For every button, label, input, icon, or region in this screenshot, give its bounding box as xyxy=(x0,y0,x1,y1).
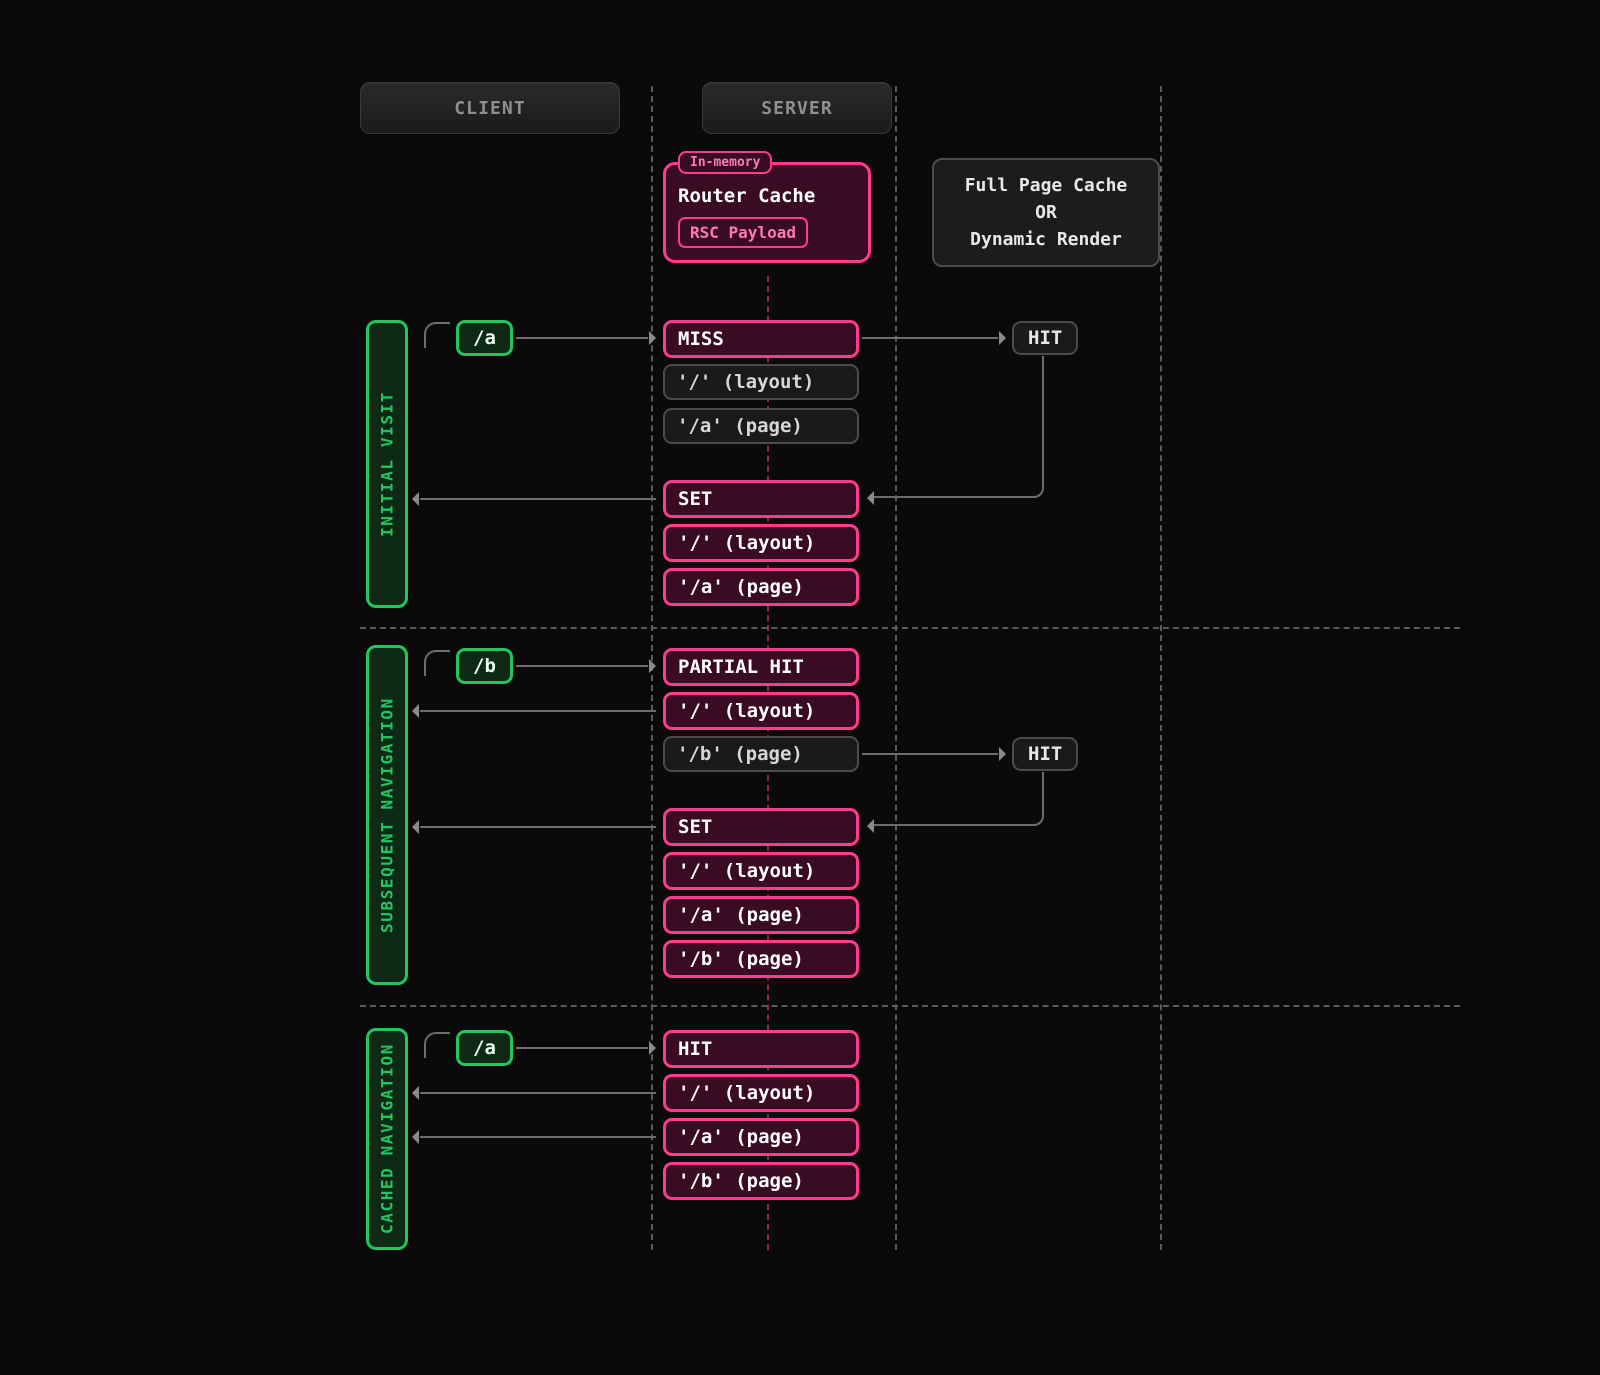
segment-page-pink: '/b' (page) xyxy=(663,1162,859,1200)
connector-elbow xyxy=(872,356,1044,498)
section-label-initial: INITIAL VISIT xyxy=(366,320,408,608)
segment-page-pink: '/a' (page) xyxy=(663,568,859,606)
server-cache-line: Dynamic Render xyxy=(944,226,1148,253)
arrow-left xyxy=(420,498,656,500)
diagram-stage: CLIENT SERVER In-memory Router Cache RSC… xyxy=(0,0,1600,1375)
section-label-subsequent: SUBSEQUENT NAVIGATION xyxy=(366,645,408,985)
arrow-left xyxy=(420,826,656,828)
arrow-right xyxy=(516,1047,648,1049)
route-chip: /a xyxy=(456,1030,513,1066)
divider-horizontal xyxy=(360,1005,1460,1007)
state-miss: MISS xyxy=(663,320,859,358)
divider-horizontal xyxy=(360,627,1460,629)
router-cache-sub: RSC Payload xyxy=(678,217,808,248)
arrow-left xyxy=(420,1136,656,1138)
arrowhead-left-icon xyxy=(860,491,874,505)
connector-elbow xyxy=(872,772,1044,826)
state-partial-hit: PARTIAL HIT xyxy=(663,648,859,686)
connector-curve xyxy=(424,1032,450,1058)
section-label-cached: CACHED NAVIGATION xyxy=(366,1028,408,1250)
segment-layout-pink: '/' (layout) xyxy=(663,1074,859,1112)
route-chip: /b xyxy=(456,648,513,684)
segment-page-pink: '/b' (page) xyxy=(663,940,859,978)
server-cache-line: Full Page Cache xyxy=(944,172,1148,199)
server-cache-line: OR xyxy=(944,199,1148,226)
arrow-left xyxy=(420,1092,656,1094)
router-cache-box: In-memory Router Cache RSC Payload xyxy=(663,162,871,263)
arrow-right xyxy=(516,665,648,667)
segment-page-pink: '/a' (page) xyxy=(663,896,859,934)
connector-curve xyxy=(424,322,450,348)
server-hit: HIT xyxy=(1012,321,1078,355)
segment-layout-dark: '/' (layout) xyxy=(663,364,859,400)
segment-page-dark: '/b' (page) xyxy=(663,736,859,772)
segment-page-pink: '/a' (page) xyxy=(663,1118,859,1156)
segment-page-dark: '/a' (page) xyxy=(663,408,859,444)
state-set: SET xyxy=(663,480,859,518)
divider-vertical xyxy=(895,86,897,1250)
arrowhead-left-icon xyxy=(860,819,874,833)
segment-layout-pink: '/' (layout) xyxy=(663,852,859,890)
connector-curve xyxy=(424,650,450,676)
server-hit: HIT xyxy=(1012,737,1078,771)
arrow-right xyxy=(862,753,998,755)
arrow-right xyxy=(516,337,648,339)
column-header-server: SERVER xyxy=(702,82,892,134)
route-chip: /a xyxy=(456,320,513,356)
router-cache-tag: In-memory xyxy=(678,151,772,174)
divider-vertical xyxy=(1160,86,1162,1250)
segment-layout-pink: '/' (layout) xyxy=(663,524,859,562)
column-header-client: CLIENT xyxy=(360,82,620,134)
server-cache-box: Full Page Cache OR Dynamic Render xyxy=(932,158,1160,267)
state-hit: HIT xyxy=(663,1030,859,1068)
router-cache-title: Router Cache xyxy=(678,185,856,207)
arrow-left xyxy=(420,710,656,712)
arrow-right xyxy=(862,337,998,339)
segment-layout-pink: '/' (layout) xyxy=(663,692,859,730)
state-set: SET xyxy=(663,808,859,846)
